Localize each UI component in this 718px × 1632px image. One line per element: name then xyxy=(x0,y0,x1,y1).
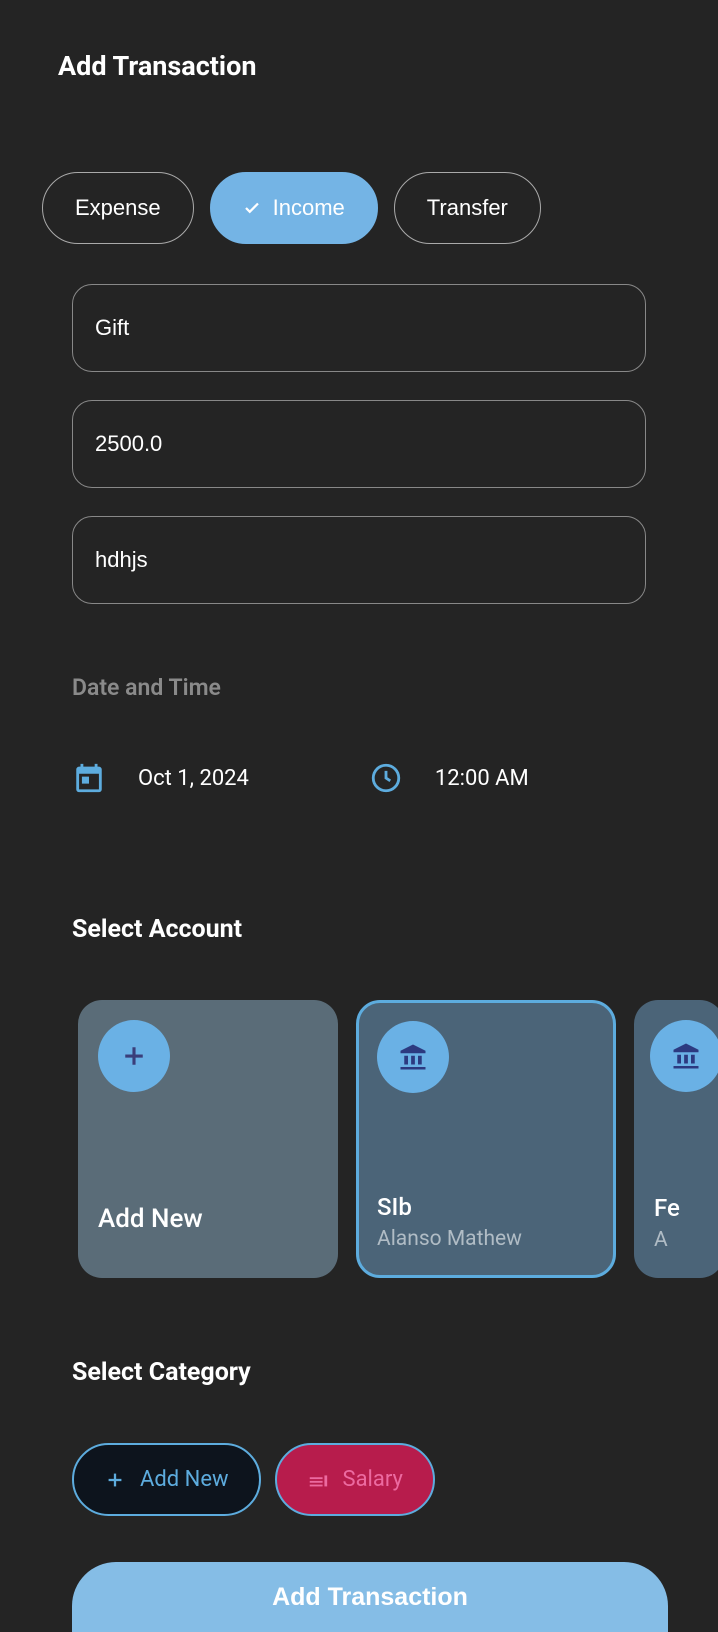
category-add-new-chip[interactable]: Add New xyxy=(72,1443,261,1516)
plus-icon xyxy=(104,1469,126,1491)
account-card-partial[interactable]: Fe A xyxy=(634,1000,718,1278)
check-icon xyxy=(243,199,261,217)
account-name: SIb xyxy=(377,1193,595,1221)
type-transfer-chip[interactable]: Transfer xyxy=(394,172,541,244)
add-transaction-button[interactable]: Add Transaction xyxy=(72,1562,668,1632)
accounts-row[interactable]: Add New SIb Alanso Mathew Fe A xyxy=(0,1000,718,1278)
type-expense-label: Expense xyxy=(75,195,161,221)
title-input[interactable] xyxy=(72,284,646,372)
category-add-new-label: Add New xyxy=(140,1467,229,1492)
category-section-title: Select Category xyxy=(0,1358,718,1387)
plus-icon xyxy=(98,1020,170,1092)
date-picker[interactable]: Oct 1, 2024 xyxy=(72,761,249,795)
clock-icon xyxy=(369,761,403,795)
date-value: Oct 1, 2024 xyxy=(138,766,249,791)
calendar-icon xyxy=(72,761,106,795)
type-expense-chip[interactable]: Expense xyxy=(42,172,194,244)
bank-icon xyxy=(650,1020,718,1092)
type-income-label: Income xyxy=(273,195,345,221)
type-transfer-label: Transfer xyxy=(427,195,508,221)
fields-group xyxy=(0,284,718,604)
time-picker[interactable]: 12:00 AM xyxy=(369,761,529,795)
category-salary-chip[interactable]: Salary xyxy=(275,1443,435,1516)
category-row: Add New Salary xyxy=(0,1443,718,1516)
transaction-type-row: Expense Income Transfer xyxy=(0,172,718,244)
time-value: 12:00 AM xyxy=(435,766,529,791)
amount-input[interactable] xyxy=(72,400,646,488)
account-add-new-card[interactable]: Add New xyxy=(78,1000,338,1278)
note-input[interactable] xyxy=(72,516,646,604)
add-transaction-label: Add Transaction xyxy=(272,1583,468,1612)
account-owner: A xyxy=(654,1228,704,1252)
type-income-chip[interactable]: Income xyxy=(210,172,378,244)
category-salary-label: Salary xyxy=(343,1467,403,1492)
account-owner: Alanso Mathew xyxy=(377,1227,595,1251)
accounts-section-title: Select Account xyxy=(0,915,718,944)
bank-icon xyxy=(377,1021,449,1093)
datetime-row: Oct 1, 2024 12:00 AM xyxy=(0,761,718,795)
salary-icon xyxy=(307,1469,329,1491)
account-add-new-label: Add New xyxy=(98,1204,318,1234)
account-card-sib[interactable]: SIb Alanso Mathew xyxy=(356,1000,616,1278)
account-name: Fe xyxy=(654,1194,704,1222)
datetime-section-label: Date and Time xyxy=(0,674,718,701)
page-title: Add Transaction xyxy=(0,50,718,82)
